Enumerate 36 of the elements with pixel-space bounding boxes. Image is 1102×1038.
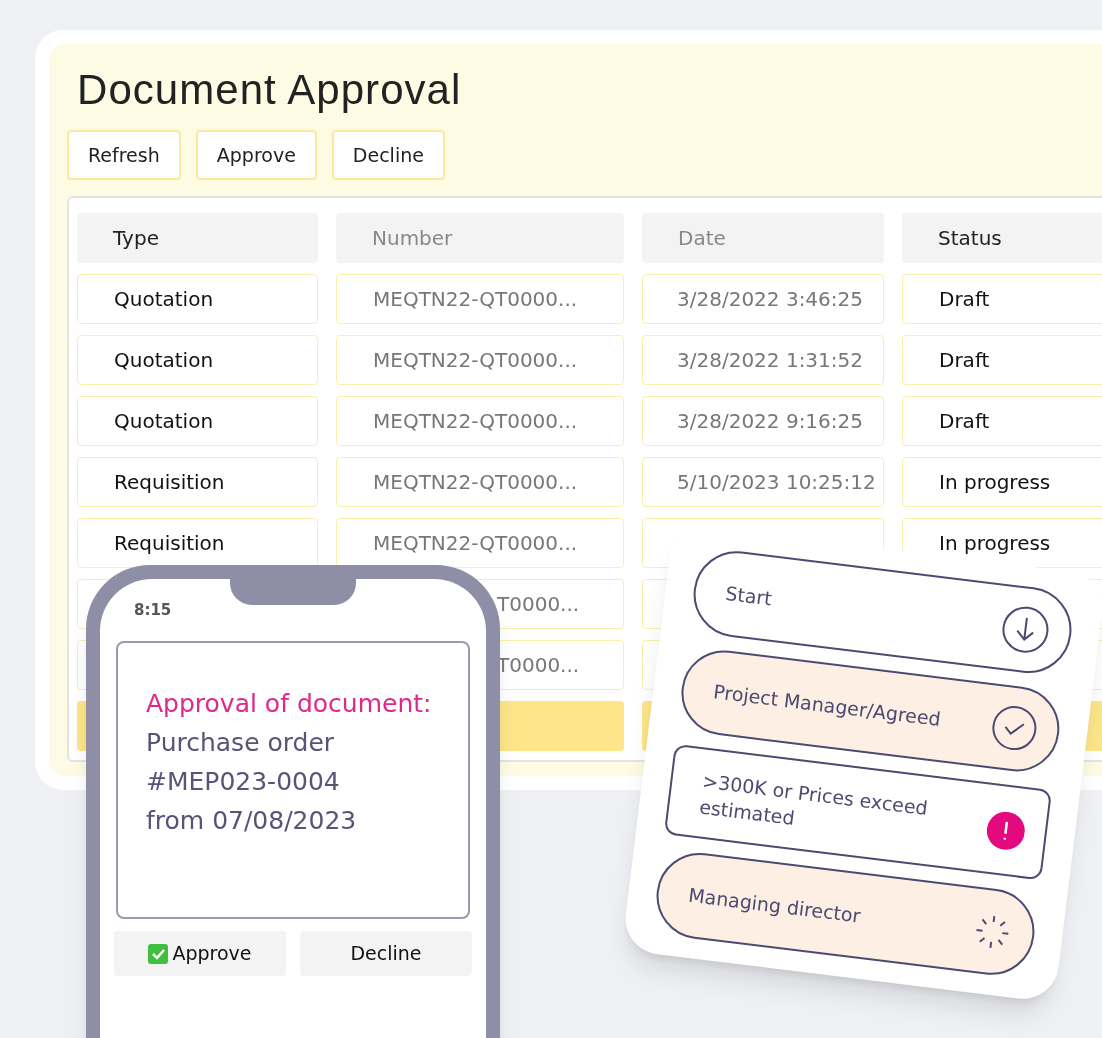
page-title: Document Approval <box>77 65 463 115</box>
table-cell: In progress <box>902 457 1102 507</box>
toolbar-button[interactable]: Refresh <box>67 130 181 180</box>
check-icon <box>148 943 169 964</box>
status-time: 8:15 <box>134 600 172 621</box>
step-label: Managing director <box>687 882 862 929</box>
table-cell: 3/28/2022 9:16:25 <box>642 396 884 446</box>
table-cell: Draft <box>902 396 1102 446</box>
step-label: >300K or Prices exceed estimated <box>697 768 930 831</box>
message-line: #MEP023-0004 <box>146 766 341 798</box>
step-label: Start <box>724 580 774 612</box>
toolbar-button[interactable]: Approve <box>195 130 317 180</box>
table-cell: MEQTN22-QT0000... <box>336 335 624 385</box>
decline-button[interactable]: Decline <box>300 931 472 976</box>
table-cell: 3/28/2022 1:31:52 <box>642 335 884 385</box>
message-heading: Approval of document: <box>146 688 433 720</box>
alert-icon <box>984 809 1027 852</box>
table-cell: Quotation <box>77 396 318 446</box>
table-cell: Quotation <box>77 274 318 324</box>
column-header: Date <box>642 213 884 263</box>
toolbar-button[interactable]: Decline <box>331 130 445 180</box>
message-line: Purchase order <box>146 727 336 759</box>
message-line: from 07/08/2023 <box>146 805 358 837</box>
table-cell: Requisition <box>77 457 318 507</box>
column-header: Type <box>77 213 318 263</box>
table-cell: Draft <box>902 274 1102 324</box>
table-cell: MEQTN22-QT0000... <box>336 457 624 507</box>
table-cell: 3/28/2022 3:46:25 <box>642 274 884 324</box>
table-cell: Draft <box>902 335 1102 385</box>
column-header: Status <box>902 213 1102 263</box>
approve-button[interactable]: Approve <box>114 931 286 976</box>
table-cell: Quotation <box>77 335 318 385</box>
table-cell: MEQTN22-QT0000... <box>336 274 624 324</box>
table-cell: 5/10/2023 10:25:12 <box>642 457 884 507</box>
table-cell: MEQTN22-QT0000... <box>336 396 624 446</box>
column-header: Number <box>336 213 624 263</box>
